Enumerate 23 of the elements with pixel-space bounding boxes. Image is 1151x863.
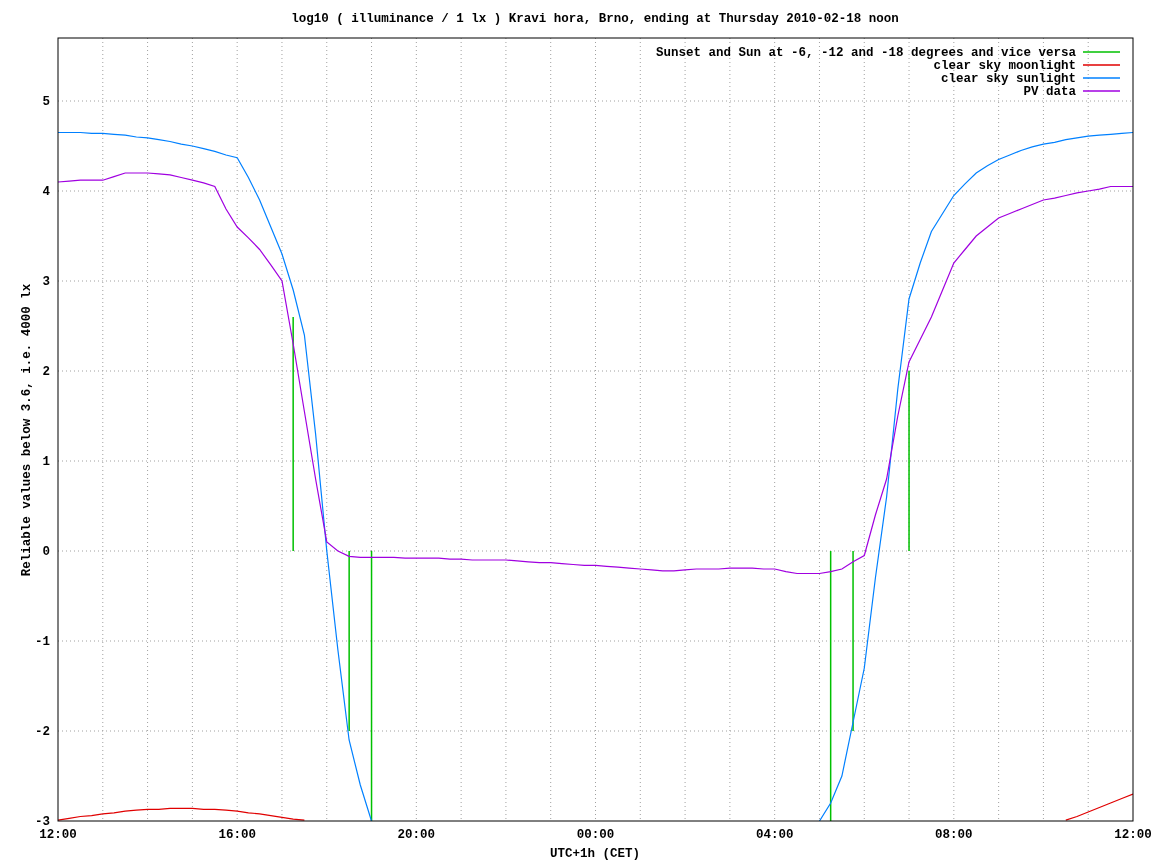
y-tick-label: -1: [35, 635, 50, 649]
y-tick-label: -2: [35, 725, 50, 739]
legend-label: PV data: [1023, 85, 1076, 99]
x-tick-label: 12:00: [1114, 828, 1151, 842]
legend-label: clear sky moonlight: [933, 59, 1076, 73]
y-tick-label: -3: [35, 815, 50, 829]
y-tick-label: 4: [42, 185, 50, 199]
x-tick-label: 04:00: [755, 828, 794, 842]
x-tick-label: 12:00: [39, 828, 77, 842]
legend-label: Sunset and Sun at -6, -12 and -18 degrees and vice versa: [655, 46, 1076, 60]
y-tick-label: 2: [42, 365, 50, 379]
y-tick-label: 3: [42, 275, 50, 289]
x-tick-label: 00:00: [576, 828, 615, 842]
y-tick-label: 5: [42, 95, 50, 109]
x-tick-label: 16:00: [218, 828, 256, 842]
x-axis-label: UTC+1h (CET): [550, 847, 640, 861]
x-tick-label: 20:00: [397, 828, 436, 842]
x-tick-label: 08:00: [935, 828, 973, 842]
y-tick-label: 0: [42, 545, 50, 559]
y-tick-label: 1: [42, 455, 50, 469]
legend-label: clear sky sunlight: [940, 72, 1076, 86]
chart-title: log10 ( illuminance / 1 lx ) Kravi hora, Brno, ending at Thursday 2010-02-18 noon: [291, 12, 899, 26]
y-axis-label: Reliable values below 3.6, i.e. 4000 lx: [20, 283, 34, 577]
